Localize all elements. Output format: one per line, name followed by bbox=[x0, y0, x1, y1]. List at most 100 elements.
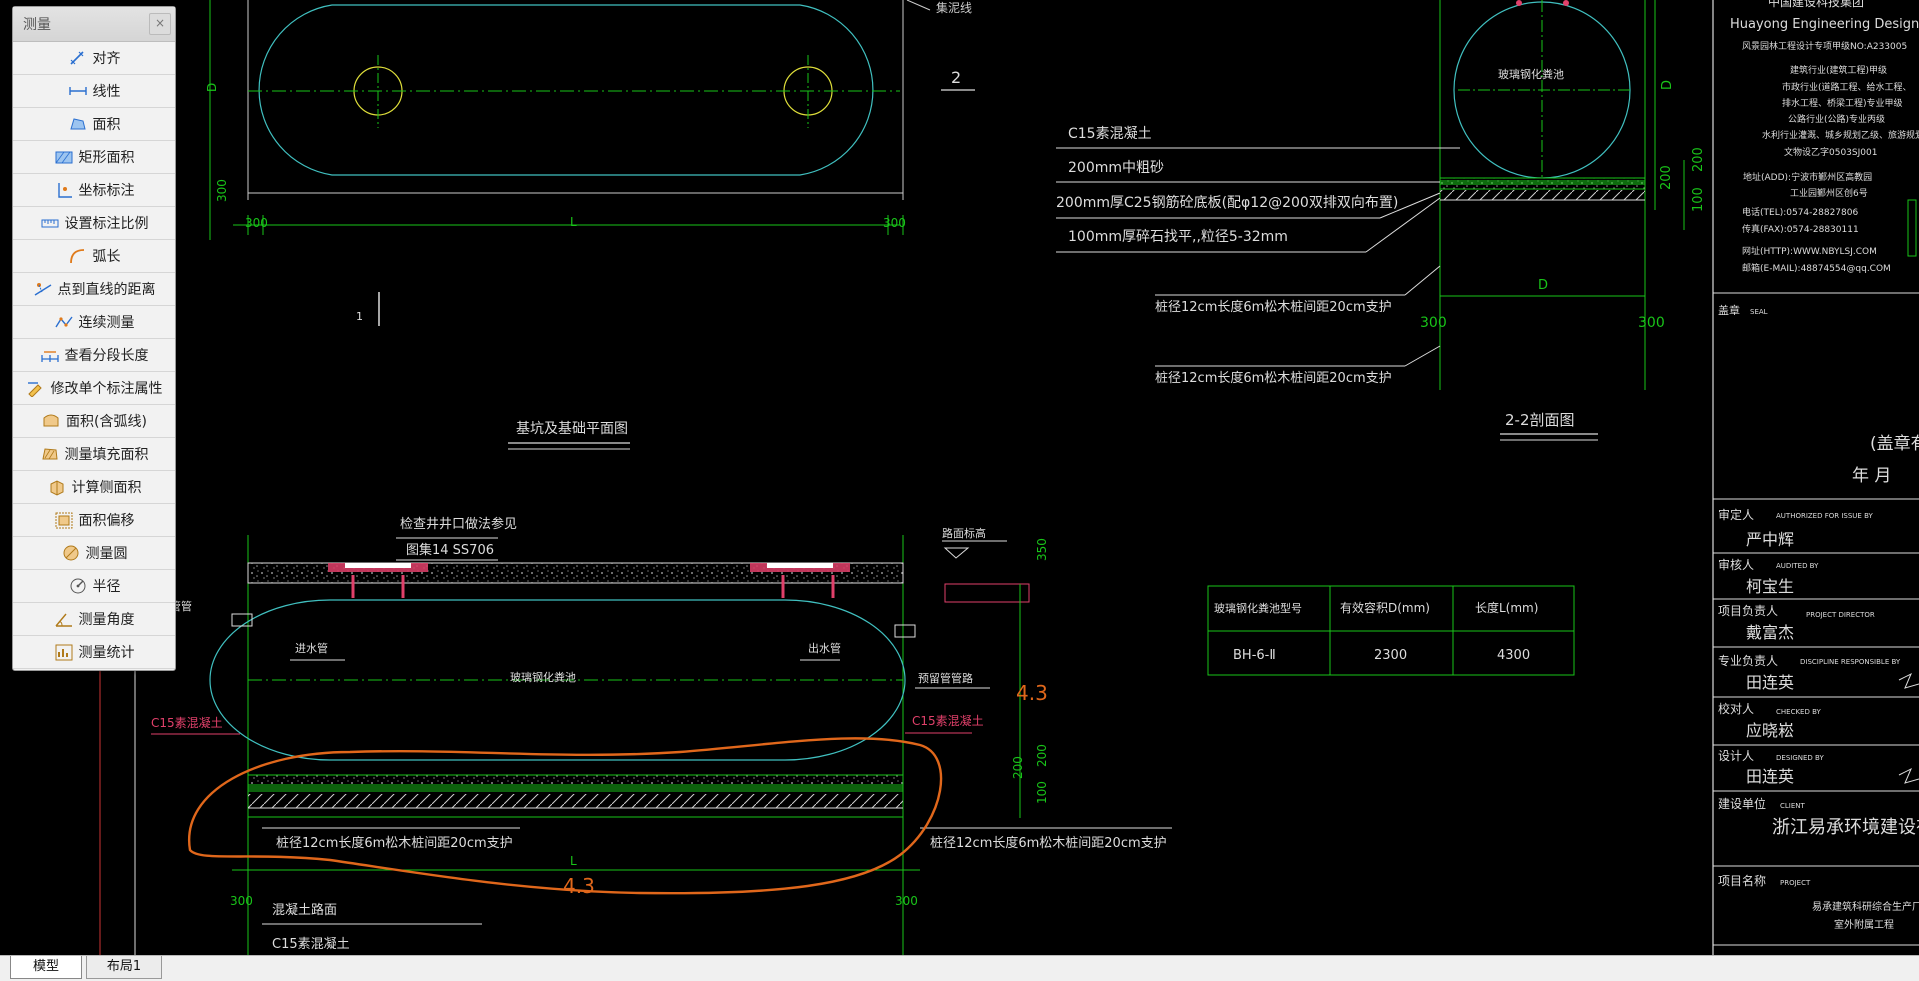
client-name: 浙江易承环境建设有 bbox=[1772, 817, 1919, 838]
fax: 传真(FAX):0574-28830111 bbox=[1742, 223, 1859, 235]
close-icon[interactable]: × bbox=[149, 13, 171, 35]
role-auditor-en: AUDITED BY bbox=[1776, 562, 1819, 570]
measure-tool-statistics[interactable]: 测量统计 bbox=[13, 636, 175, 669]
plan-dim-left: 300 bbox=[245, 216, 268, 230]
measure-tool-radius[interactable]: 半径 bbox=[13, 570, 175, 603]
measure-panel: 测量 × 对齐线性面积矩形面积坐标标注设置标注比例 弧长点到直线的距离 连续测量 查看… bbox=[12, 6, 176, 671]
continuous-measure-icon bbox=[54, 316, 73, 328]
measure-tool-hatch-area[interactable]: 测量填充面积 bbox=[13, 438, 175, 471]
road-level-label: 路面标高 bbox=[942, 526, 986, 540]
outlet-pipe-label: 出水管 bbox=[808, 641, 841, 655]
name-designer: 田连英 bbox=[1746, 767, 1794, 786]
name-auditor: 柯宝生 bbox=[1746, 577, 1794, 596]
role-designer-en: DESIGNED BY bbox=[1776, 754, 1824, 762]
segment-length-icon bbox=[40, 351, 59, 362]
measure-tool-area-offset[interactable]: 面积偏移 bbox=[13, 504, 175, 537]
role-auditor: 审核人 bbox=[1718, 557, 1754, 572]
measure-tool-align-measure[interactable]: 对齐 bbox=[13, 42, 175, 75]
measure-tool-label: 设置标注比例 bbox=[64, 216, 149, 232]
seal-date: 年 月 bbox=[1852, 466, 1891, 486]
measure-tool-angle[interactable]: 测量角度 bbox=[13, 603, 175, 636]
section11-dim-300-left: 300 bbox=[230, 894, 253, 908]
top-plan: 300 300 L D 300 集泥线 2 1 基坑及基础平面图 bbox=[205, 0, 975, 450]
section22-dim-left: 300 bbox=[1420, 315, 1447, 331]
role-authorizer-en: AUTHORIZED FOR ISSUE BY bbox=[1776, 512, 1873, 520]
measure-tool-coordinate[interactable]: 坐标标注 bbox=[13, 174, 175, 207]
measure-tool-label: 面积 bbox=[92, 117, 121, 133]
vent-pipe-label: 预留管管路 bbox=[918, 671, 973, 685]
measure-tool-label: 面积偏移 bbox=[78, 513, 135, 529]
measure-tool-label: 坐标标注 bbox=[78, 183, 135, 199]
cert-number: 风景园林工程设计专项甲级NO:A233005 bbox=[1742, 40, 1907, 52]
plan-top-label: 集泥线 bbox=[936, 0, 972, 15]
company-name: 中国建设科技集团 bbox=[1768, 0, 1864, 9]
measure-tool-arc-area[interactable]: 面积(含弧线) bbox=[13, 405, 175, 438]
section11-dim-200a: 200 bbox=[1035, 744, 1049, 767]
measure-tool-rectangle-area[interactable]: 矩形面积 bbox=[13, 141, 175, 174]
email: 邮箱(E-MAIL):48874554@qq.COM bbox=[1742, 262, 1891, 274]
qual-3: 排水工程、桥梁工程)专业甲级 bbox=[1782, 97, 1903, 109]
measure-tool-list: 对齐线性面积矩形面积坐标标注设置标注比例 弧长点到直线的距离 连续测量 查看分段长度修… bbox=[13, 42, 175, 669]
tab-model[interactable]: 模型 bbox=[10, 956, 82, 979]
bottom-label-2: C15素混凝土 bbox=[272, 936, 350, 952]
measure-tool-label: 测量填充面积 bbox=[64, 447, 149, 463]
drawing-canvas[interactable]: 300 300 L D 300 集泥线 2 1 基坑及基础平面图 玻璃钢化粪池 … bbox=[0, 0, 1919, 955]
website: 网址(HTTP):WWW.NBYLSJ.COM bbox=[1742, 245, 1877, 257]
address-line-2: 工业园鄞州区创6号 bbox=[1790, 187, 1868, 199]
spec-cell-length: 4300 bbox=[1497, 648, 1530, 663]
section11-dim-100: 100 bbox=[1035, 781, 1049, 804]
tab-layout1[interactable]: 布局1 bbox=[86, 956, 162, 979]
measure-tool-label: 对齐 bbox=[92, 51, 121, 67]
inlet-pipe-label: 进水管 bbox=[295, 641, 328, 655]
role-project-director-en: PROJECT DIRECTOR bbox=[1806, 611, 1875, 619]
measure-tool-point-line-distance[interactable]: 点到直线的距离 bbox=[13, 273, 175, 306]
qual-5: 水利行业灌溉、城乡规划乙级、旅游规划 bbox=[1762, 129, 1919, 141]
section11-dim-350: 350 bbox=[1035, 538, 1049, 561]
measure-tool-segment-length[interactable]: 查看分段长度 bbox=[13, 339, 175, 372]
measure-tool-label: 修改单个标注属性 bbox=[50, 381, 163, 397]
atlas-note: 图集14 SS706 bbox=[406, 542, 494, 558]
linear-measure-icon bbox=[68, 87, 87, 95]
measure-tool-edit-dimension[interactable]: 修改单个标注属性 bbox=[13, 372, 175, 405]
statistics-icon bbox=[55, 644, 72, 661]
side-area-icon bbox=[50, 480, 63, 496]
name-project-director: 戴富杰 bbox=[1746, 623, 1794, 642]
section22-dim-d: D bbox=[1538, 278, 1548, 293]
measure-tool-label: 弧长 bbox=[92, 249, 121, 265]
arc-area-icon bbox=[43, 414, 59, 427]
name-authorizer: 严中辉 bbox=[1746, 530, 1794, 549]
markup-text-2: 4.3 bbox=[563, 874, 595, 898]
layer-c15: C15素混凝土 bbox=[1068, 126, 1152, 142]
tel: 电话(TEL):0574-28827806 bbox=[1742, 206, 1858, 218]
measure-tool-scale[interactable]: 设置标注比例 bbox=[13, 207, 175, 240]
c15-right-label: C15素混凝土 bbox=[912, 713, 984, 728]
section11-pile-left: 桩径12cm长度6m松木桩间距20cm支护 bbox=[276, 835, 513, 851]
measure-tool-circle-measure[interactable]: 测量圆 bbox=[13, 537, 175, 570]
measure-tool-label: 矩形面积 bbox=[78, 150, 135, 166]
section22-dim-right: 300 bbox=[1638, 315, 1665, 331]
measure-tool-label: 线性 bbox=[92, 84, 121, 100]
measure-tool-continuous-measure[interactable]: 连续测量 bbox=[13, 306, 175, 339]
measure-tool-label: 半径 bbox=[92, 579, 121, 595]
measure-tool-label: 测量统计 bbox=[78, 645, 135, 661]
qual-1: 建筑行业(建筑工程)甲级 bbox=[1790, 64, 1887, 76]
section-2-2: 玻璃钢化粪池 D 300 300 D 200 100 200 C15素混凝土 2… bbox=[1056, 0, 1706, 441]
section11-pile-right: 桩径12cm长度6m松木桩间距20cm支护 bbox=[930, 835, 1167, 851]
c15-left-label: C15素混凝土 bbox=[151, 715, 223, 730]
section22-title: 2-2剖面图 bbox=[1505, 411, 1575, 429]
measure-tool-area[interactable]: 面积 bbox=[13, 108, 175, 141]
layout-tab-bar: 模型 布局1 bbox=[0, 955, 1919, 981]
section22-pile-1: 桩径12cm长度6m松木桩间距20cm支护 bbox=[1155, 299, 1392, 315]
measure-panel-header[interactable]: 测量 × bbox=[13, 7, 175, 42]
measure-tool-side-area[interactable]: 计算侧面积 bbox=[13, 471, 175, 504]
plan-dim-300: 300 bbox=[215, 179, 229, 202]
company-name-en: Huayong Engineering Design G bbox=[1730, 17, 1919, 32]
role-authorizer: 审定人 bbox=[1718, 507, 1754, 522]
measure-tool-linear-measure[interactable]: 线性 bbox=[13, 75, 175, 108]
name-checker: 应晓崧 bbox=[1746, 721, 1794, 740]
seal-label-en: SEAL bbox=[1750, 308, 1768, 316]
measure-tool-arc-length[interactable]: 弧长 bbox=[13, 240, 175, 273]
section-mark-1: 1 bbox=[356, 310, 363, 323]
spec-header-volume: 有效容积D(mm) bbox=[1340, 600, 1430, 615]
measure-panel-title: 测量 bbox=[23, 17, 51, 33]
